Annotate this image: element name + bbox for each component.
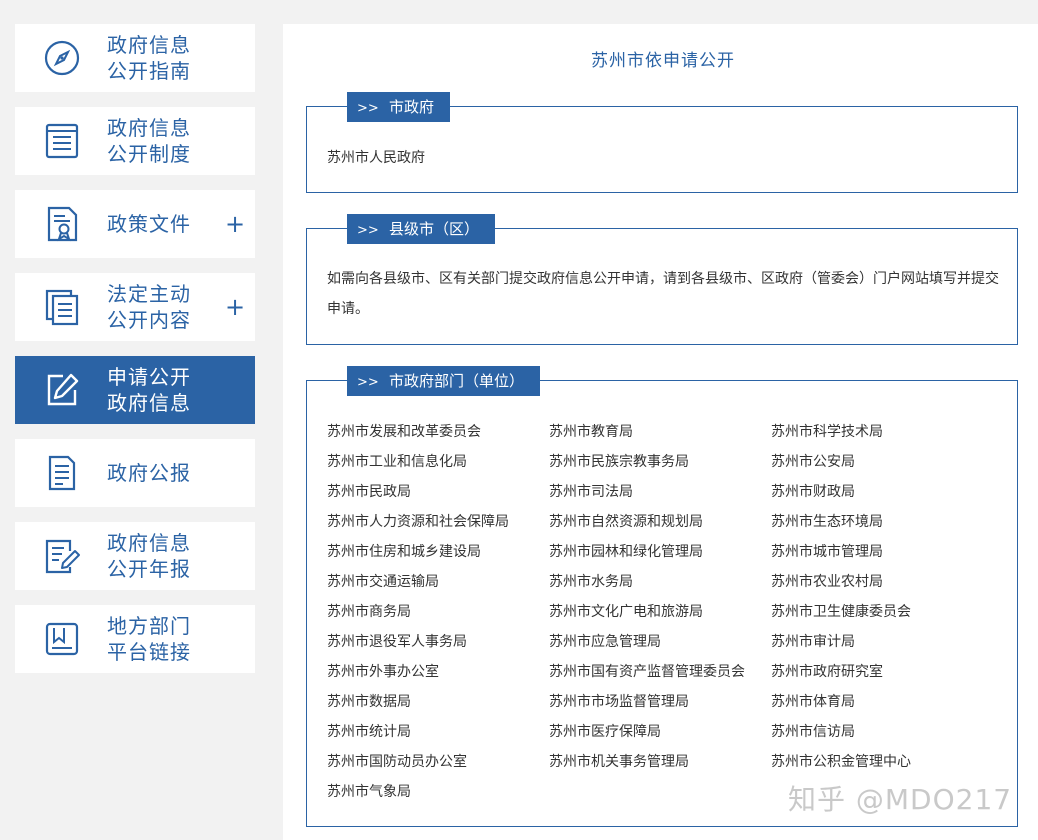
section-tag: >> 市政府部门（单位）	[347, 366, 541, 396]
double-arrow-icon: >>	[357, 223, 379, 238]
department-link[interactable]: 苏州市机关事务管理局	[549, 747, 771, 777]
section-tag-label: 市政府部门（单位）	[389, 372, 525, 390]
department-link[interactable]: 苏州市工业和信息化局	[327, 447, 549, 477]
stacked-documents-icon	[45, 289, 79, 326]
department-list: 苏州市发展和改革委员会 苏州市教育局 苏州市科学技术局苏州市工业和信息化局 苏州市民族…	[327, 417, 999, 807]
department-link[interactable]: 苏州市司法局	[549, 477, 771, 507]
department-link[interactable]: 苏州市政府研究室	[771, 657, 999, 687]
sidebar-item-government-gazette[interactable]: 政府公报	[15, 439, 255, 507]
department-link[interactable]: 苏州市农业农村局	[771, 567, 999, 597]
department-link[interactable]: 苏州市教育局	[549, 417, 771, 447]
department-link[interactable]: 苏州市自然资源和规划局	[549, 507, 771, 537]
department-link[interactable]: 苏州市外事办公室	[327, 657, 549, 687]
compass-icon	[44, 40, 80, 76]
department-link[interactable]: 苏州市民族宗教事务局	[549, 447, 771, 477]
platform-link-icon	[45, 622, 79, 656]
sidebar-item-label: 政府信息 公开年报	[107, 531, 191, 581]
department-link[interactable]: 苏州市医疗保障局	[549, 717, 771, 747]
department-link[interactable]: 苏州市国防动员办公室	[327, 747, 549, 777]
section-tag-label: 市政府	[389, 98, 435, 116]
expand-plus-icon[interactable]: +	[225, 295, 245, 319]
section-tag: >> 县级市（区）	[347, 214, 496, 244]
section-city-government: >> 市政府 苏州市人民政府	[306, 92, 1018, 193]
department-link[interactable]: 苏州市信访局	[771, 717, 999, 747]
sidebar-item-apply-disclosure[interactable]: 申请公开 政府信息	[15, 356, 255, 424]
department-link[interactable]: 苏州市住房和城乡建设局	[327, 537, 549, 567]
department-link[interactable]: 苏州市民政局	[327, 477, 549, 507]
gazette-document-icon	[48, 455, 76, 491]
department-link[interactable]: 苏州市水务局	[549, 567, 771, 597]
department-link[interactable]: 苏州市公安局	[771, 447, 999, 477]
department-link[interactable]: 苏州市应急管理局	[549, 627, 771, 657]
department-link[interactable]: 苏州市公积金管理中心	[771, 747, 999, 777]
edit-icon	[47, 373, 79, 406]
department-link[interactable]: 苏州市园林和绿化管理局	[549, 537, 771, 567]
sidebar-item-label: 政府信息 公开指南	[107, 33, 191, 83]
sidebar-item-statutory-content[interactable]: 法定主动 公开内容 +	[15, 273, 255, 341]
county-district-note: 如需向各县级市、区有关部门提交政府信息公开申请，请到各县级市、区政府（管委会）门…	[327, 271, 999, 317]
sidebar-item-label: 地方部门 平台链接	[107, 614, 191, 664]
document-list-icon	[45, 123, 79, 159]
sidebar-item-label: 政府公报	[107, 461, 191, 485]
section-city-departments: >> 市政府部门（单位） 苏州市发展和改革委员会 苏州市教育局 苏州市科学技术局 苏州市…	[306, 366, 1018, 827]
department-link[interactable]: 苏州市统计局	[327, 717, 549, 747]
section-tag: >> 市政府	[347, 92, 451, 122]
department-link[interactable]: 苏州市数据局	[327, 687, 549, 717]
section-tag-label: 县级市（区）	[389, 220, 480, 238]
double-arrow-icon: >>	[357, 101, 379, 116]
department-link[interactable]: 苏州市审计局	[771, 627, 999, 657]
sidebar-item-label: 法定主动 公开内容	[107, 282, 191, 332]
department-link[interactable]: 苏州市文化广电和旅游局	[549, 597, 771, 627]
department-link[interactable]: 苏州市人力资源和社会保障局	[327, 507, 549, 537]
expand-plus-icon[interactable]: +	[225, 212, 245, 236]
sidebar-item-annual-report[interactable]: 政府信息 公开年报	[15, 522, 255, 590]
double-arrow-icon: >>	[357, 375, 379, 390]
department-link[interactable]: 苏州市发展和改革委员会	[327, 417, 549, 447]
sidebar-item-disclosure-guide[interactable]: 政府信息 公开指南	[15, 24, 255, 92]
sidebar-item-label: 政策文件	[107, 212, 191, 236]
department-link[interactable]: 苏州市市场监督管理局	[549, 687, 771, 717]
section-county-district: >> 县级市（区） 如需向各县级市、区有关部门提交政府信息公开申请，请到各县级市、…	[306, 214, 1018, 345]
sidebar: 政府信息 公开指南 政府信息 公开制度 政策文件 + 法定主动 公开内容 + 申…	[15, 24, 255, 688]
department-link[interactable]: 苏州市退役军人事务局	[327, 627, 549, 657]
department-link[interactable]: 苏州市财政局	[771, 477, 999, 507]
main-panel: 苏州市依申请公开 >> 市政府 苏州市人民政府 >> 县级市（区） 如需向各县级市、…	[283, 24, 1038, 840]
department-link[interactable]: 苏州市交通运输局	[327, 567, 549, 597]
department-link[interactable]: 苏州市体育局	[771, 687, 999, 717]
department-link[interactable]: 苏州市城市管理局	[771, 537, 999, 567]
department-link[interactable]: 苏州市商务局	[327, 597, 549, 627]
certificate-icon	[47, 206, 78, 242]
city-government-link[interactable]: 苏州市人民政府	[327, 143, 999, 173]
department-link[interactable]: 苏州市科学技术局	[771, 417, 999, 447]
page-title: 苏州市依申请公开	[591, 51, 735, 71]
department-link[interactable]: 苏州市气象局	[327, 777, 549, 807]
department-link[interactable]: 苏州市卫生健康委员会	[771, 597, 999, 627]
department-link[interactable]: 苏州市生态环境局	[771, 507, 999, 537]
sidebar-item-label: 申请公开 政府信息	[107, 365, 191, 415]
sidebar-item-disclosure-system[interactable]: 政府信息 公开制度	[15, 107, 255, 175]
watermark: 知乎 @MDO217	[788, 783, 1013, 816]
department-link[interactable]: 苏州市国有资产监督管理委员会	[549, 657, 771, 687]
sidebar-item-platform-links[interactable]: 地方部门 平台链接	[15, 605, 255, 673]
report-edit-icon	[45, 539, 80, 574]
sidebar-item-label: 政府信息 公开制度	[107, 116, 191, 166]
sidebar-item-policy-documents[interactable]: 政策文件 +	[15, 190, 255, 258]
